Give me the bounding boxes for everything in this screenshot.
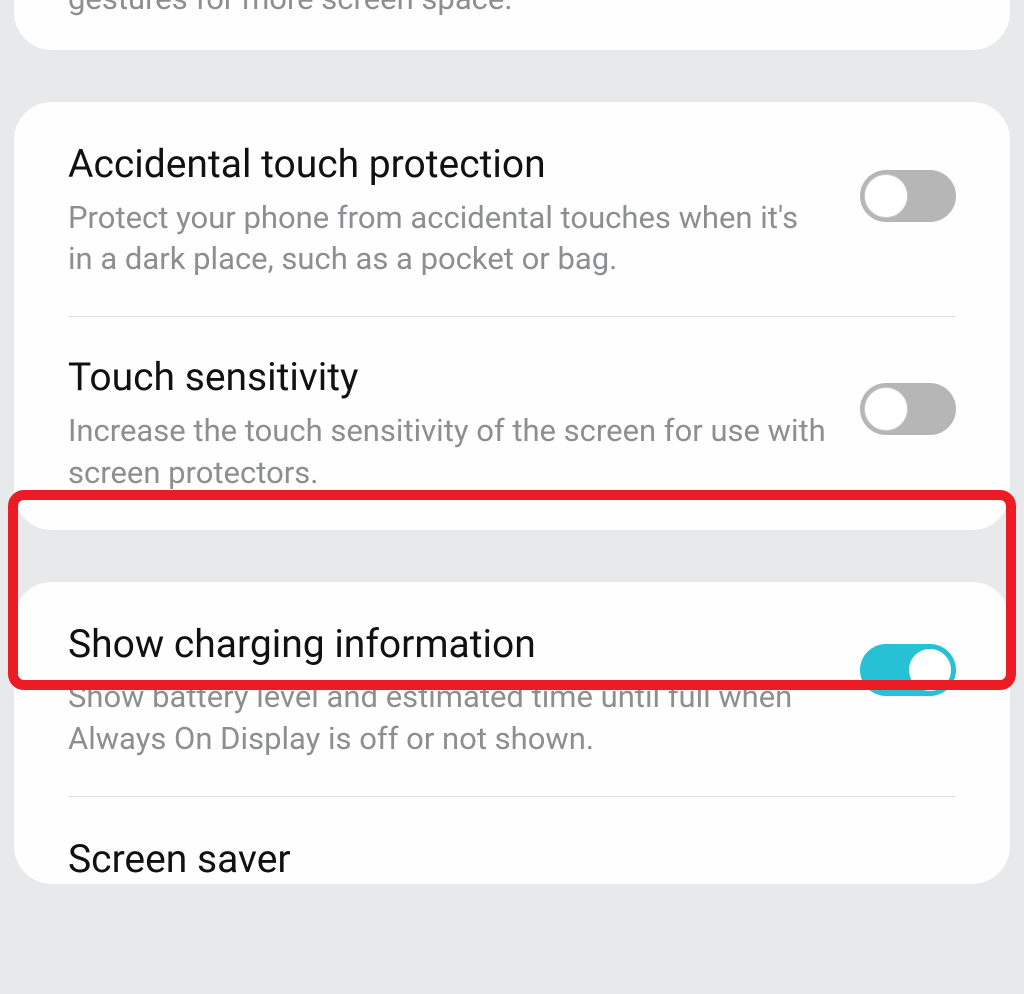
setting-touch-sensitivity[interactable]: Touch sensitivity Increase the touch sen… (14, 317, 1010, 529)
setting-description: Protect your phone from accidental touch… (68, 197, 830, 281)
setting-description: Increase the touch sensitivity of the sc… (68, 410, 830, 494)
setting-accidental-touch[interactable]: Accidental touch protection Protect your… (14, 102, 1010, 316)
setting-text-block: Screen saver (68, 835, 956, 884)
toggle-touch-sensitivity[interactable] (860, 383, 956, 435)
toggle-thumb (908, 648, 952, 692)
setting-charging-info[interactable]: Show charging information Show battery l… (14, 582, 1010, 796)
toggle-thumb (864, 387, 908, 431)
setting-title: Accidental touch protection (68, 140, 830, 189)
setting-text-block: Accidental touch protection Protect your… (68, 140, 860, 280)
settings-card-middle: Accidental touch protection Protect your… (14, 102, 1010, 530)
setting-text-block: Touch sensitivity Increase the touch sen… (68, 353, 860, 493)
toggle-accidental-touch[interactable] (860, 170, 956, 222)
setting-text-block: Show charging information Show battery l… (68, 620, 860, 760)
setting-title: Screen saver (68, 835, 926, 884)
toggle-thumb (864, 174, 908, 218)
navbar-fragment-desc: gestures for more screen space. (14, 0, 1010, 20)
settings-card-top: gestures for more screen space. (14, 0, 1010, 50)
setting-title: Show charging information (68, 620, 830, 669)
setting-screen-saver[interactable]: Screen saver (14, 797, 1010, 884)
setting-title: Touch sensitivity (68, 353, 830, 402)
setting-description: Show battery level and estimated time un… (68, 676, 830, 760)
toggle-charging-info[interactable] (860, 644, 956, 696)
settings-card-bottom: Show charging information Show battery l… (14, 582, 1010, 884)
